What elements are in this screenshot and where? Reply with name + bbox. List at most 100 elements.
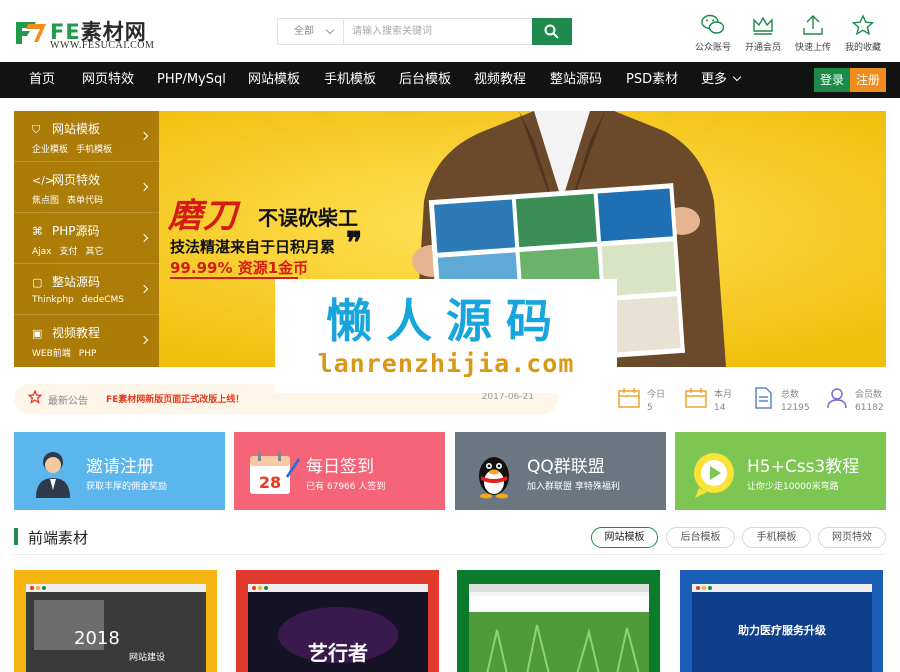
- search-input[interactable]: [344, 19, 532, 44]
- nav-more[interactable]: 更多: [701, 62, 742, 98]
- template-preview-image: 助力医疗服务升级: [692, 584, 872, 672]
- register-button[interactable]: 注册: [850, 68, 886, 92]
- card-h5-tutorial[interactable]: H5+Css3教程 让你少走10000米弯路: [675, 432, 886, 510]
- chevron-down-icon: [732, 72, 742, 82]
- section-accent-bar: [14, 528, 18, 545]
- sidemenu-link[interactable]: 支付: [60, 247, 78, 257]
- tool-upload-label: 快速上传: [794, 43, 831, 53]
- thumb-caption-sub: 网站建设: [129, 651, 165, 663]
- template-preview-image: 艺行者: [248, 584, 428, 672]
- search-button[interactable]: [532, 18, 572, 45]
- sidemenu-item-templates[interactable]: ⛉ 网站模板 企业模板 手机模板: [14, 111, 159, 162]
- sidemenu-link[interactable]: PHP: [79, 349, 97, 359]
- sidemenu-link[interactable]: dedeCMS: [82, 295, 124, 305]
- person-icon: [36, 452, 70, 498]
- nav-templates[interactable]: 网站模板: [248, 62, 300, 98]
- star-icon: [28, 390, 42, 404]
- section-divider: [14, 554, 886, 555]
- stat-label: 会员数: [855, 390, 883, 400]
- sidemenu-title: 视频教程: [52, 326, 101, 340]
- php-icon: ⌘: [32, 225, 43, 238]
- card-title: QQ群联盟: [527, 457, 605, 477]
- card-subtitle: 获取丰厚的佣金奖励: [86, 482, 168, 492]
- card-title: 每日签到: [306, 457, 374, 477]
- tool-wechat[interactable]: 公众账号: [688, 12, 738, 56]
- sidemenu-item-php[interactable]: ⌘ PHP源码 Ajax 支付 其它: [14, 213, 159, 264]
- logo-url: WWW.FESUCAI.COM: [50, 40, 155, 51]
- banner-slogan-sub: 不误砍柴工: [258, 206, 358, 230]
- card-checkin[interactable]: 28 每日签到 已有 67966 人签到: [234, 432, 445, 510]
- sidemenu-item-source[interactable]: ▢ 整站源码 Thinkphp dedeCMS: [14, 264, 159, 315]
- search-icon: [544, 24, 559, 39]
- tool-upload[interactable]: 快速上传: [788, 12, 838, 56]
- nav-psd[interactable]: PSD素材: [626, 62, 678, 98]
- stat-total: 总数 12195: [751, 384, 817, 420]
- template-thumb[interactable]: [457, 570, 660, 672]
- template-thumb[interactable]: 2018 网站建设: [14, 570, 217, 672]
- template-thumb[interactable]: 助力医疗服务升级: [680, 570, 883, 672]
- sidemenu-link[interactable]: WEB前端: [32, 349, 71, 359]
- chevron-right-icon: [139, 284, 149, 294]
- stat-value: 61182: [855, 403, 884, 413]
- chevron-right-icon: [139, 335, 149, 345]
- calendar-today-icon: [618, 388, 640, 408]
- nav-effects[interactable]: 网页特效: [82, 62, 134, 98]
- chevron-right-icon: [139, 182, 149, 192]
- login-button[interactable]: 登录: [814, 68, 850, 92]
- quote-mark-icon: ❞: [346, 227, 363, 260]
- sidemenu-link[interactable]: 其它: [86, 247, 104, 257]
- sidemenu-link[interactable]: Ajax: [32, 247, 52, 257]
- sidemenu-link[interactable]: 手机模板: [76, 145, 112, 155]
- thumb-caption: 2018: [74, 628, 120, 649]
- crown-icon: [753, 16, 773, 35]
- shield-icon: ⛉: [32, 123, 41, 136]
- tab-admin-templates[interactable]: 后台模板: [666, 527, 735, 548]
- nav-home[interactable]: 首页: [29, 62, 55, 98]
- sidemenu-link[interactable]: Thinkphp: [32, 295, 74, 305]
- wechat-icon: [701, 14, 725, 34]
- stat-members: 会员数 61182: [825, 384, 891, 420]
- notice-date: 2017-06-21: [481, 392, 534, 402]
- card-qq[interactable]: QQ群联盟 加入群联盟 享特殊福利: [455, 432, 666, 510]
- template-preview-image: 2018 网站建设: [26, 584, 206, 672]
- stat-label: 总数: [781, 390, 800, 400]
- tool-vip-label: 开通会员: [744, 43, 781, 53]
- card-invite[interactable]: 邀请注册 获取丰厚的佣金奖励: [14, 432, 225, 510]
- nav-mobile[interactable]: 手机模板: [324, 62, 376, 98]
- search-bar: 全部: [277, 18, 572, 45]
- nav-admin[interactable]: 后台模板: [399, 62, 451, 98]
- tab-mobile-templates[interactable]: 手机模板: [742, 527, 811, 548]
- search-category-select[interactable]: 全部: [278, 19, 344, 44]
- card-subtitle: 已有 67966 人签到: [306, 482, 386, 492]
- nav-source[interactable]: 整站源码: [550, 62, 602, 98]
- stat-value: 5: [647, 403, 653, 413]
- nav-video[interactable]: 视频教程: [474, 62, 526, 98]
- banner-slogan-line3-text: 99.99% 资源1金币: [170, 259, 309, 277]
- sidemenu-link[interactable]: 焦点图: [32, 196, 59, 206]
- thumb-caption: 艺行者: [308, 641, 368, 665]
- site-header: FE素材网 WWW.FESUCAI.COM 全部 公众账号: [0, 0, 900, 62]
- stat-today: 今日 5: [617, 384, 683, 420]
- sidemenu-link[interactable]: 企业模板: [32, 145, 68, 155]
- tab-web-effects[interactable]: 网页特效: [818, 527, 886, 548]
- notice-link[interactable]: FE素材网新版页面正式改版上线！: [106, 392, 244, 405]
- users-icon: [827, 388, 847, 409]
- nav-php[interactable]: PHP/MySql: [157, 62, 226, 98]
- tab-website-templates[interactable]: 网站模板: [591, 527, 658, 548]
- tool-vip[interactable]: 开通会员: [738, 12, 788, 56]
- sidemenu-item-video[interactable]: ▣ 视频教程 WEB前端 PHP: [14, 315, 159, 366]
- card-subtitle: 让你少走10000米弯路: [747, 482, 839, 492]
- sidemenu-link[interactable]: 表单代码: [67, 196, 103, 206]
- sidemenu-item-effects[interactable]: </>网页特效 焦点图 表单代码: [14, 162, 159, 213]
- section-title: 前端素材: [28, 529, 89, 547]
- code-icon: </>: [32, 174, 55, 187]
- site-logo[interactable]: FE素材网 WWW.FESUCAI.COM: [14, 16, 164, 51]
- calendar-pen-icon: 28: [250, 451, 300, 494]
- banner-slogan-main: 磨刀: [168, 196, 238, 236]
- logo-mark-icon: [16, 22, 46, 44]
- tool-favorites[interactable]: 我的收藏: [838, 12, 888, 56]
- stat-value: 14: [714, 403, 726, 413]
- template-thumb[interactable]: 艺行者: [236, 570, 439, 672]
- file-icon: ▢: [32, 276, 43, 289]
- chevron-right-icon: [139, 233, 149, 243]
